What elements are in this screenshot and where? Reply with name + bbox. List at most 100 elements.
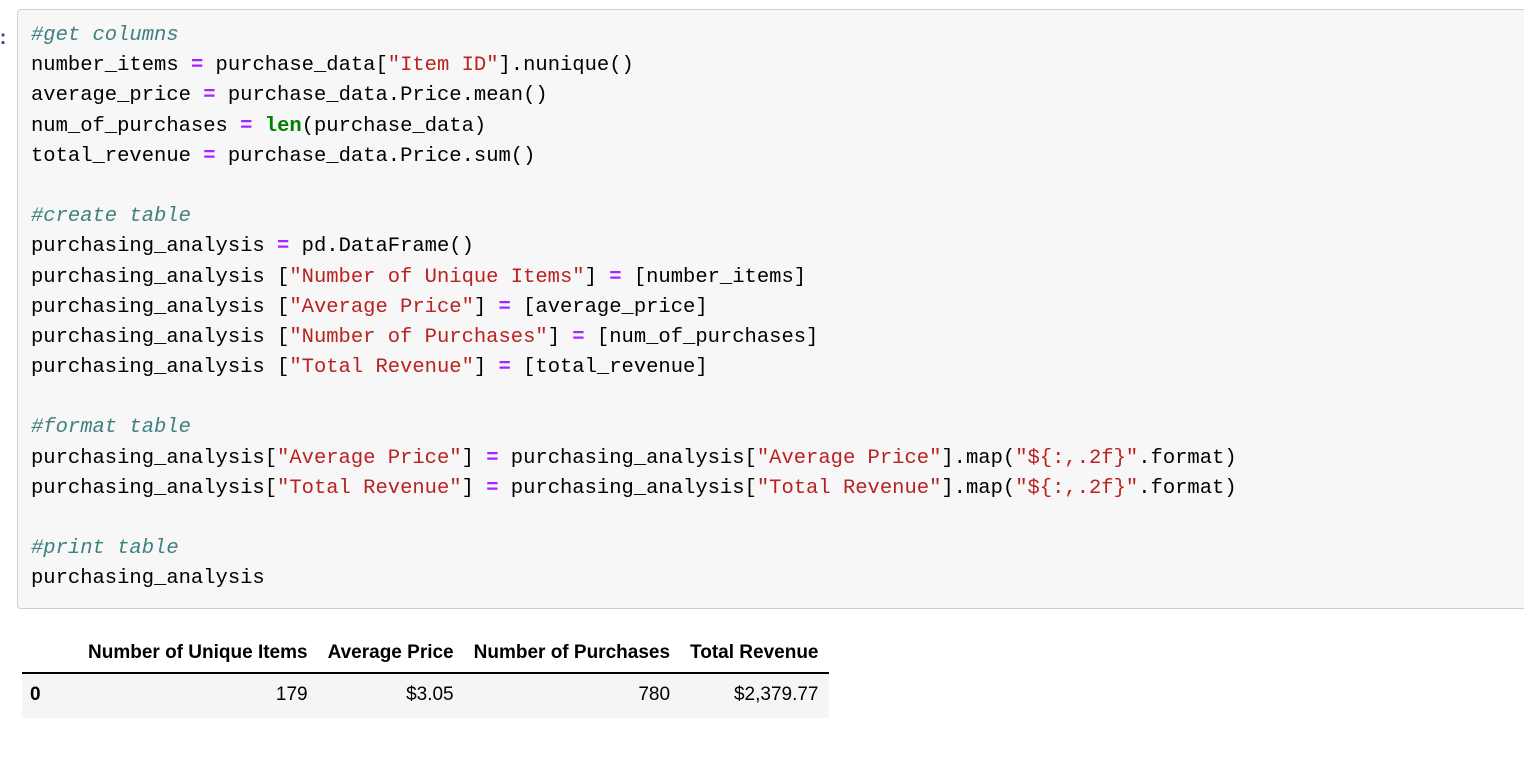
input-prompt-label: ]: (0, 30, 9, 49)
code-token-o: = (203, 144, 216, 168)
code-token-n: purchasing_analysis [ (31, 295, 290, 319)
code-token-n: ] (473, 356, 499, 380)
code-token-n: ] (473, 295, 499, 319)
code-token-s: "Average Price" (277, 446, 462, 470)
code-line: purchasing_analysis ["Number of Purchase… (31, 323, 1524, 353)
code-token-n: purchase_data.Price.sum() (215, 144, 536, 168)
code-token-n: purchasing_analysis [ (31, 356, 290, 380)
results-table: Number of Unique Items Average Price Numbe… (22, 638, 829, 718)
code-token-s: "Average Price" (289, 295, 474, 319)
code-line: number_items = purchase_data["Item ID"].… (31, 51, 1524, 81)
table-column-header: Average Price (317, 638, 464, 674)
code-token-n: purchasing_analysis[ (31, 446, 278, 470)
code-token-o: = (190, 54, 204, 78)
code-token-n: .format) (1138, 476, 1237, 500)
code-token-n: ] (461, 476, 487, 500)
code-line: #create table (31, 202, 1524, 232)
table-column-header: Total Revenue (680, 638, 829, 674)
code-token-s: "${:,.2f}" (1015, 446, 1139, 470)
table-cell: $2,379.77 (733, 684, 819, 705)
code-token-n: purchasing_analysis [ (31, 265, 290, 289)
code-line: #get columns (31, 21, 1524, 51)
code-token-n: purchasing_analysis (31, 235, 278, 259)
code-token-s: "Average Price" (756, 446, 942, 470)
code-token-s: "${:,.2f}" (1015, 476, 1139, 500)
table-header-row: Number of Unique Items Average Price Numbe… (22, 638, 829, 674)
table-cell: $3.05 (406, 684, 454, 705)
code-line: purchasing_analysis ["Average Price"] = … (31, 293, 1524, 323)
code-token-n: [number_items] (621, 265, 807, 289)
code-token-o: = (498, 356, 511, 380)
table-body: 0 179 $3.05 780 $2,379.77 (22, 673, 829, 718)
code-line: total_revenue = purchase_data.Price.sum(… (31, 142, 1524, 172)
code-token-n: ].nunique() (498, 54, 634, 78)
code-token-n: ].map( (941, 446, 1016, 470)
table-column-header: Number of Purchases (463, 638, 681, 674)
output-prompt-label: : (0, 630, 2, 649)
code-token-n: pd.DataFrame() (289, 235, 474, 259)
code-token-o: = (572, 325, 585, 349)
notebook-input-cell[interactable]: ]: #get columns number_items = purchase_d… (0, 0, 1524, 612)
code-editor-area[interactable]: #get columns number_items = purchase_data… (17, 9, 1524, 609)
table-row-index: 0 (30, 684, 41, 705)
code-token-n: number_items (31, 54, 191, 78)
dataframe-output: Number of Unique Items Average Price Numbe… (22, 638, 829, 718)
code-token-o: = (277, 235, 290, 259)
code-token-n: purchasing_analysis[ (498, 476, 757, 500)
code-line: purchasing_analysis["Average Price"] = p… (31, 444, 1524, 474)
code-token-n: purchasing_analysis[ (498, 446, 757, 470)
code-token-n: .format) (1138, 446, 1237, 470)
code-token-s: "Total Revenue" (756, 476, 942, 500)
table-column-header: Number of Unique Items (78, 638, 318, 674)
code-token-o: = (240, 114, 253, 138)
code-token-c: #create table (31, 205, 191, 229)
notebook-page: ]: #get columns number_items = purchase_d… (0, 0, 1524, 768)
code-token-n: purchasing_analysis[ (31, 476, 278, 500)
code-token-n: ] (461, 446, 487, 470)
code-token-o: = (486, 476, 499, 500)
code-token-n: num_of_purchases (31, 114, 241, 138)
code-token-n (252, 115, 264, 138)
code-line: purchasing_analysis ["Total Revenue"] = … (31, 353, 1524, 383)
code-token-n: ] (584, 265, 610, 289)
code-token-n: purchase_data.Price.mean() (215, 84, 548, 108)
code-token-s: "Total Revenue" (289, 356, 474, 380)
code-token-n: (purchase_data) (301, 114, 487, 138)
code-line: #print table (31, 534, 1524, 564)
table-cell: 179 (275, 684, 308, 705)
code-token-s: "Item ID" (387, 54, 499, 78)
code-token-s: "Number of Purchases" (289, 325, 548, 349)
code-line: #format table (31, 413, 1524, 443)
code-token-n: [total_revenue] (510, 356, 708, 380)
code-token-c: #format table (31, 416, 191, 440)
code-line: average_price = purchase_data.Price.mean… (31, 81, 1524, 111)
code-token-n: purchase_data[ (203, 54, 388, 78)
table-row: 0 179 $3.05 780 $2,379.77 (22, 673, 829, 718)
code-token-n: average_price (31, 84, 204, 108)
code-token-o: = (609, 265, 622, 289)
code-token-n: purchasing_analysis (31, 567, 265, 591)
table-header: Number of Unique Items Average Price Numbe… (22, 638, 829, 674)
code-token-c: #print table (31, 537, 179, 561)
code-line: purchasing_analysis["Total Revenue"] = p… (31, 474, 1524, 504)
table-index-header (22, 638, 78, 674)
code-line: purchasing_analysis (31, 564, 1524, 594)
code-token-o: = (486, 446, 499, 470)
code-token-o: = (498, 295, 511, 319)
code-token-n: [average_price] (510, 295, 708, 319)
code-token-n: purchasing_analysis [ (31, 325, 290, 349)
code-token-s: "Total Revenue" (277, 476, 462, 500)
code-token-c: #get columns (31, 24, 179, 47)
code-token-nb: len (264, 114, 302, 138)
code-token-n: ].map( (941, 476, 1016, 500)
code-line: num_of_purchases = len(purchase_data) (31, 112, 1524, 142)
table-cell: 780 (638, 684, 671, 705)
code-line: purchasing_analysis ["Number of Unique I… (31, 263, 1524, 293)
code-token-n: [num_of_purchases] (584, 325, 819, 349)
code-token-s: "Number of Unique Items" (289, 265, 585, 289)
code-source[interactable]: #get columns number_items = purchase_data… (18, 10, 1524, 606)
notebook-output-cell: : Number of Unique ItemsAverage PriceNum… (0, 612, 1524, 768)
